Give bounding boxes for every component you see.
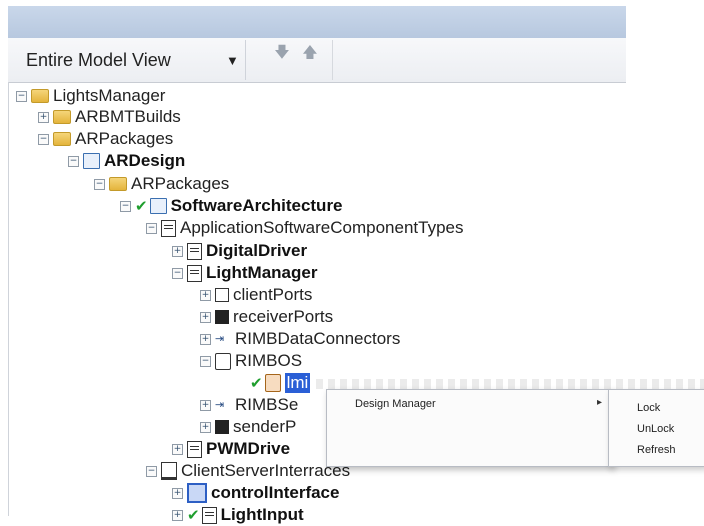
tree-node-label: ClientServerInterraces (181, 461, 351, 480)
os-icon (215, 352, 231, 370)
tree-node-label: LightManager (206, 263, 318, 282)
tree-node-label: LightInput (220, 505, 304, 524)
tree-node-label: controlInterface (211, 483, 340, 502)
folder-icon (53, 110, 71, 124)
receiver-port-icon (215, 310, 229, 324)
tree-node-label-selected: lmi (284, 373, 311, 393)
checkmark-icon: ✔ (135, 197, 148, 215)
document-icon (187, 242, 202, 260)
tree-node-label: DigitalDriver (206, 241, 308, 260)
connector-icon: ⇥ (215, 332, 225, 345)
expand-icon[interactable]: + (200, 311, 211, 323)
document-icon (187, 440, 202, 458)
tree-node-rimbos[interactable]: − RIMBOS (200, 350, 302, 372)
tree-node-label: senderP (233, 417, 297, 436)
tree-node-controlinterface[interactable]: + controlInterface (172, 482, 339, 504)
tree-node-clientports[interactable]: + clientPorts (200, 284, 312, 306)
collapse-icon[interactable]: − (120, 200, 131, 212)
tree-node-lightinput[interactable]: + ✔ LightInput (172, 504, 304, 526)
document-icon (161, 219, 176, 237)
collapse-icon[interactable]: − (200, 355, 211, 367)
menu-item-unlock[interactable]: UnLock (637, 423, 674, 435)
collapse-icon[interactable]: − (94, 178, 105, 190)
collapse-icon[interactable]: − (16, 90, 27, 102)
client-interface-icon (187, 483, 207, 503)
tree-node-arpackages-nested[interactable]: − ARPackages (94, 173, 229, 195)
document-icon (187, 264, 202, 282)
expand-icon[interactable]: + (172, 487, 183, 499)
checkmark-icon: ✔ (250, 374, 263, 392)
folder-icon (31, 89, 49, 103)
chevron-right-icon: ▸ (597, 397, 603, 408)
menu-item-refresh[interactable]: Refresh (637, 444, 676, 456)
menu-item-design-manager[interactable]: Design Manager (355, 398, 436, 410)
tree-node-lightsmanager[interactable]: − LightsManager (16, 85, 165, 107)
menu-item-lock[interactable]: Lock (637, 402, 660, 414)
tree-node-label: ARBMTBuilds (75, 107, 181, 126)
document-icon (201, 506, 217, 524)
expand-icon[interactable]: + (172, 509, 183, 521)
checkmark-icon: ✔ (187, 506, 200, 524)
tree-node-digitaldriver[interactable]: + DigitalDriver (172, 240, 307, 262)
toolbar-separator (245, 40, 246, 80)
implementation-icon (264, 374, 281, 392)
tree-node-rimbdataconnectors[interactable]: + ⇥ RIMBDataConnectors (200, 328, 400, 350)
tree-node-label: ARPackages (75, 129, 174, 148)
tree-node-label: clientPorts (233, 285, 313, 304)
collapse-icon[interactable]: − (68, 155, 79, 167)
tree-node-lmi[interactable]: ✔ lmi (250, 372, 311, 394)
tree-node-clientserverinterfaces[interactable]: − ClientServerInterraces (146, 460, 350, 482)
port-icon (215, 288, 229, 302)
interface-icon (161, 462, 177, 480)
tree-node-label: ARPackages (131, 174, 230, 193)
folder-icon (109, 177, 127, 191)
tree-node-label: RIMBSe (235, 395, 299, 414)
tree-node-arpackages[interactable]: − ARPackages (38, 128, 173, 150)
expand-icon[interactable]: + (200, 289, 211, 301)
tree-node-senderports[interactable]: + senderP (200, 416, 296, 438)
sender-port-icon (215, 420, 229, 434)
tree-node-arbmtbuilds[interactable]: + ARBMTBuilds (38, 106, 181, 128)
tree-node-label: RIMBDataConnectors (235, 329, 401, 348)
tree-node-label: receiverPorts (233, 307, 334, 326)
menu-shadow-edge (316, 379, 704, 389)
collapse-icon[interactable]: − (146, 465, 157, 477)
title-bar (8, 6, 626, 39)
move-down-button[interactable]: 🡇 (272, 42, 292, 64)
design-manager-submenu: Lock UnLock Refresh (608, 389, 704, 467)
view-selector[interactable]: Entire Model View (26, 50, 171, 71)
package-icon (149, 198, 167, 214)
expand-icon[interactable]: + (200, 399, 211, 411)
expand-icon[interactable]: + (172, 443, 183, 455)
tree-node-receiverports[interactable]: + receiverPorts (200, 306, 333, 328)
tree-node-label: RIMBOS (235, 351, 303, 370)
context-menu: Design Manager ▸ (326, 389, 613, 467)
expand-icon[interactable]: + (172, 245, 183, 257)
collapse-icon[interactable]: − (172, 267, 183, 279)
tree-node-label: SoftwareArchitecture (170, 196, 343, 215)
tree-node-label: PWMDrive (206, 439, 291, 458)
move-up-button[interactable]: 🡅 (300, 42, 320, 64)
tree-node-pwmdriver[interactable]: + PWMDrive (172, 438, 290, 460)
tree-node-ardesign[interactable]: − ARDesign (68, 150, 185, 172)
tree-node-lightmanager[interactable]: − LightManager (172, 262, 317, 284)
tree-node-applicationsoftwarecomponenttypes[interactable]: − ApplicationSoftwareComponentTypes (146, 217, 464, 239)
tree-node-label: ARDesign (104, 151, 186, 170)
expand-icon[interactable]: + (200, 421, 211, 433)
package-icon (83, 153, 100, 169)
collapse-icon[interactable]: − (146, 222, 157, 234)
tree-node-softwarearchitecture[interactable]: − ✔ SoftwareArchitecture (120, 195, 343, 217)
tree-node-label: ApplicationSoftwareComponentTypes (180, 218, 464, 237)
toolbar-separator (332, 40, 333, 80)
expand-icon[interactable]: + (200, 333, 211, 345)
collapse-icon[interactable]: − (38, 133, 49, 145)
tree-node-label: LightsManager (53, 86, 166, 105)
folder-icon (53, 132, 71, 146)
connector-icon: ⇥ (215, 398, 225, 411)
expand-icon[interactable]: + (38, 111, 49, 123)
chevron-down-icon[interactable]: ▼ (226, 53, 239, 68)
tree-node-rimbse[interactable]: + ⇥ RIMBSe (200, 394, 298, 416)
